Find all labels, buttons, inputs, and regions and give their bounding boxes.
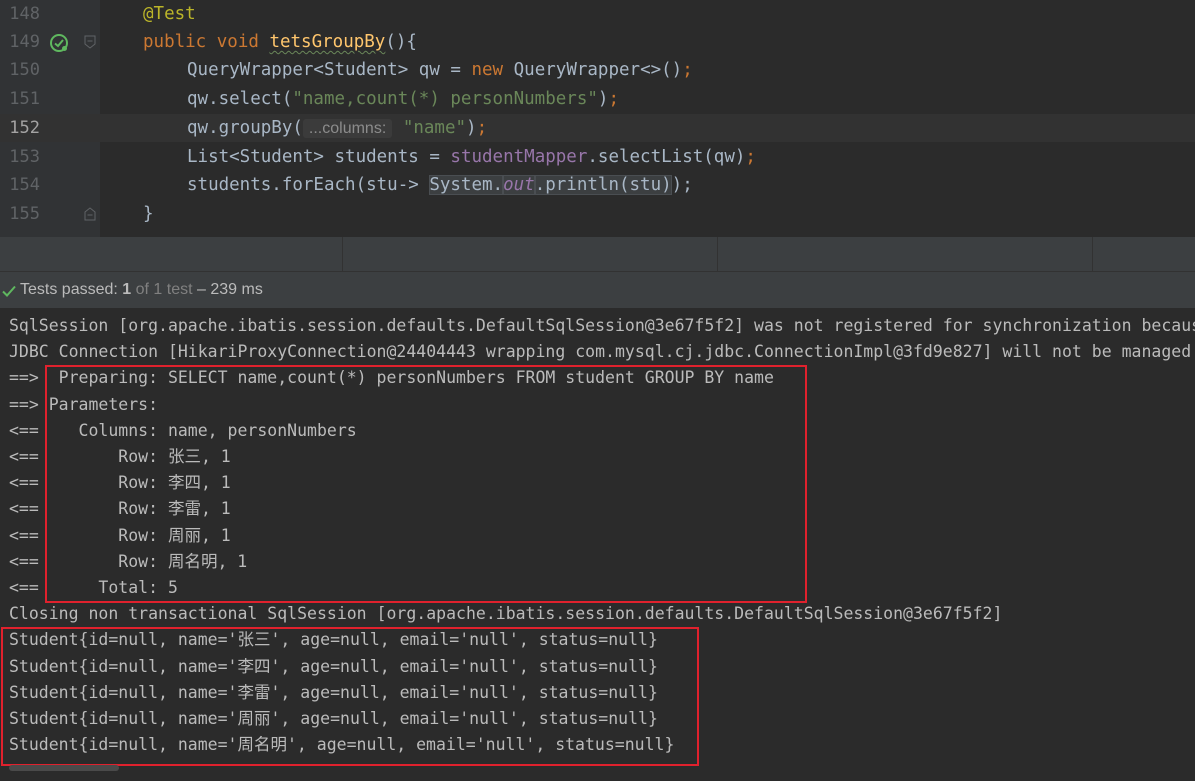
code-token: @Test [143, 4, 196, 24]
code-token: QueryWrapper<Student> qw = [187, 60, 472, 80]
code-line-155[interactable]: 155 } [0, 200, 1195, 228]
code-content: qw.groupBy(...columns: "name"); [187, 114, 487, 143]
code-token: "name,count(*) personNumbers" [292, 89, 598, 109]
horizontal-scrollbar[interactable] [9, 765, 119, 771]
code-token: ) [466, 118, 477, 138]
status-total: of 1 test [131, 281, 193, 298]
test-passed-run-icon[interactable] [49, 33, 69, 53]
tool-window-tab-bar [0, 237, 1195, 271]
status-label: Tests passed: [20, 281, 123, 298]
line-number: 151 [9, 89, 40, 109]
highlight-box-sql-log [45, 365, 807, 603]
test-status-bar: Tests passed: 1 of 1 test – 239 ms [0, 271, 1195, 309]
code-content: @Test [143, 0, 196, 28]
code-token: QueryWrapper<>() [513, 60, 683, 80]
code-content: } [143, 200, 154, 228]
code-content: QueryWrapper<Student> qw = new QueryWrap… [187, 56, 693, 84]
console-line: SqlSession [org.apache.ibatis.session.de… [9, 316, 1195, 335]
code-token: .println(stu) [534, 175, 672, 195]
code-token: public void [143, 32, 270, 52]
code-token: qw.groupBy( [187, 118, 303, 138]
code-token: tetsGroupBy [269, 32, 386, 52]
line-number: 153 [9, 147, 40, 167]
line-number: 148 [9, 4, 40, 24]
code-token: ) [597, 89, 609, 109]
console-line: JDBC Connection [HikariProxyConnection@2… [9, 342, 1192, 362]
code-content: students.forEach(stu-> System.out.printl… [187, 171, 693, 199]
code-token: } [143, 204, 154, 224]
code-token: "name" [402, 118, 467, 138]
code-token: ); [671, 175, 693, 195]
code-line-153[interactable]: 153 List<Student> students = studentMapp… [0, 143, 1195, 171]
status-duration: – 239 ms [192, 281, 263, 298]
divider [1092, 237, 1093, 271]
code-content: public void tetsGroupBy(){ [143, 28, 417, 56]
code-line-154[interactable]: 154 students.forEach(stu-> System.out.pr… [0, 171, 1195, 199]
line-number: 155 [9, 204, 40, 224]
code-line-148[interactable]: 148 @Test [0, 0, 1195, 28]
fold-marker-icon[interactable] [84, 207, 96, 221]
line-number: 154 [9, 175, 40, 195]
fold-marker-icon[interactable] [84, 35, 96, 49]
code-token: ; [608, 89, 619, 109]
code-token: ; [476, 118, 488, 138]
line-number: 149 [9, 32, 40, 52]
code-token: qw.select( [187, 89, 293, 109]
parameter-hint: ...columns: [302, 119, 393, 138]
status-count: 1 [122, 281, 132, 298]
check-icon [2, 285, 16, 297]
code-content: qw.select("name,count(*) personNumbers")… [187, 85, 619, 113]
code-token: out [503, 175, 535, 195]
code-token: ; [745, 147, 756, 167]
line-number: 150 [9, 60, 40, 80]
divider [342, 237, 343, 271]
line-number: 152 [9, 118, 40, 138]
code-token: studentMapper [450, 147, 588, 167]
code-token: students.forEach(stu-> [187, 175, 430, 195]
code-token: (){ [385, 32, 417, 52]
code-token: System. [429, 175, 504, 195]
code-content: List<Student> students = studentMapper.s… [187, 143, 756, 171]
code-line-151[interactable]: 151 qw.select("name,count(*) personNumbe… [0, 85, 1195, 113]
code-token: ; [682, 60, 693, 80]
code-editor[interactable]: 148 @Test 149 public void tetsGroupBy(){… [0, 0, 1195, 237]
test-status-text: Tests passed: 1 of 1 test – 239 ms [20, 272, 263, 308]
divider [717, 237, 718, 271]
console-line: Closing non transactional SqlSession [or… [9, 604, 1003, 624]
code-line-152-current[interactable]: 152 qw.groupBy(...columns: "name"); [0, 114, 1195, 142]
code-token: .selectList(qw) [587, 147, 746, 167]
highlight-box-student-output [1, 627, 699, 766]
code-token: new [471, 60, 514, 80]
code-token: List<Student> students = [187, 147, 451, 167]
code-line-150[interactable]: 150 QueryWrapper<Student> qw = new Query… [0, 56, 1195, 84]
code-line-149[interactable]: 149 public void tetsGroupBy(){ [0, 28, 1195, 56]
